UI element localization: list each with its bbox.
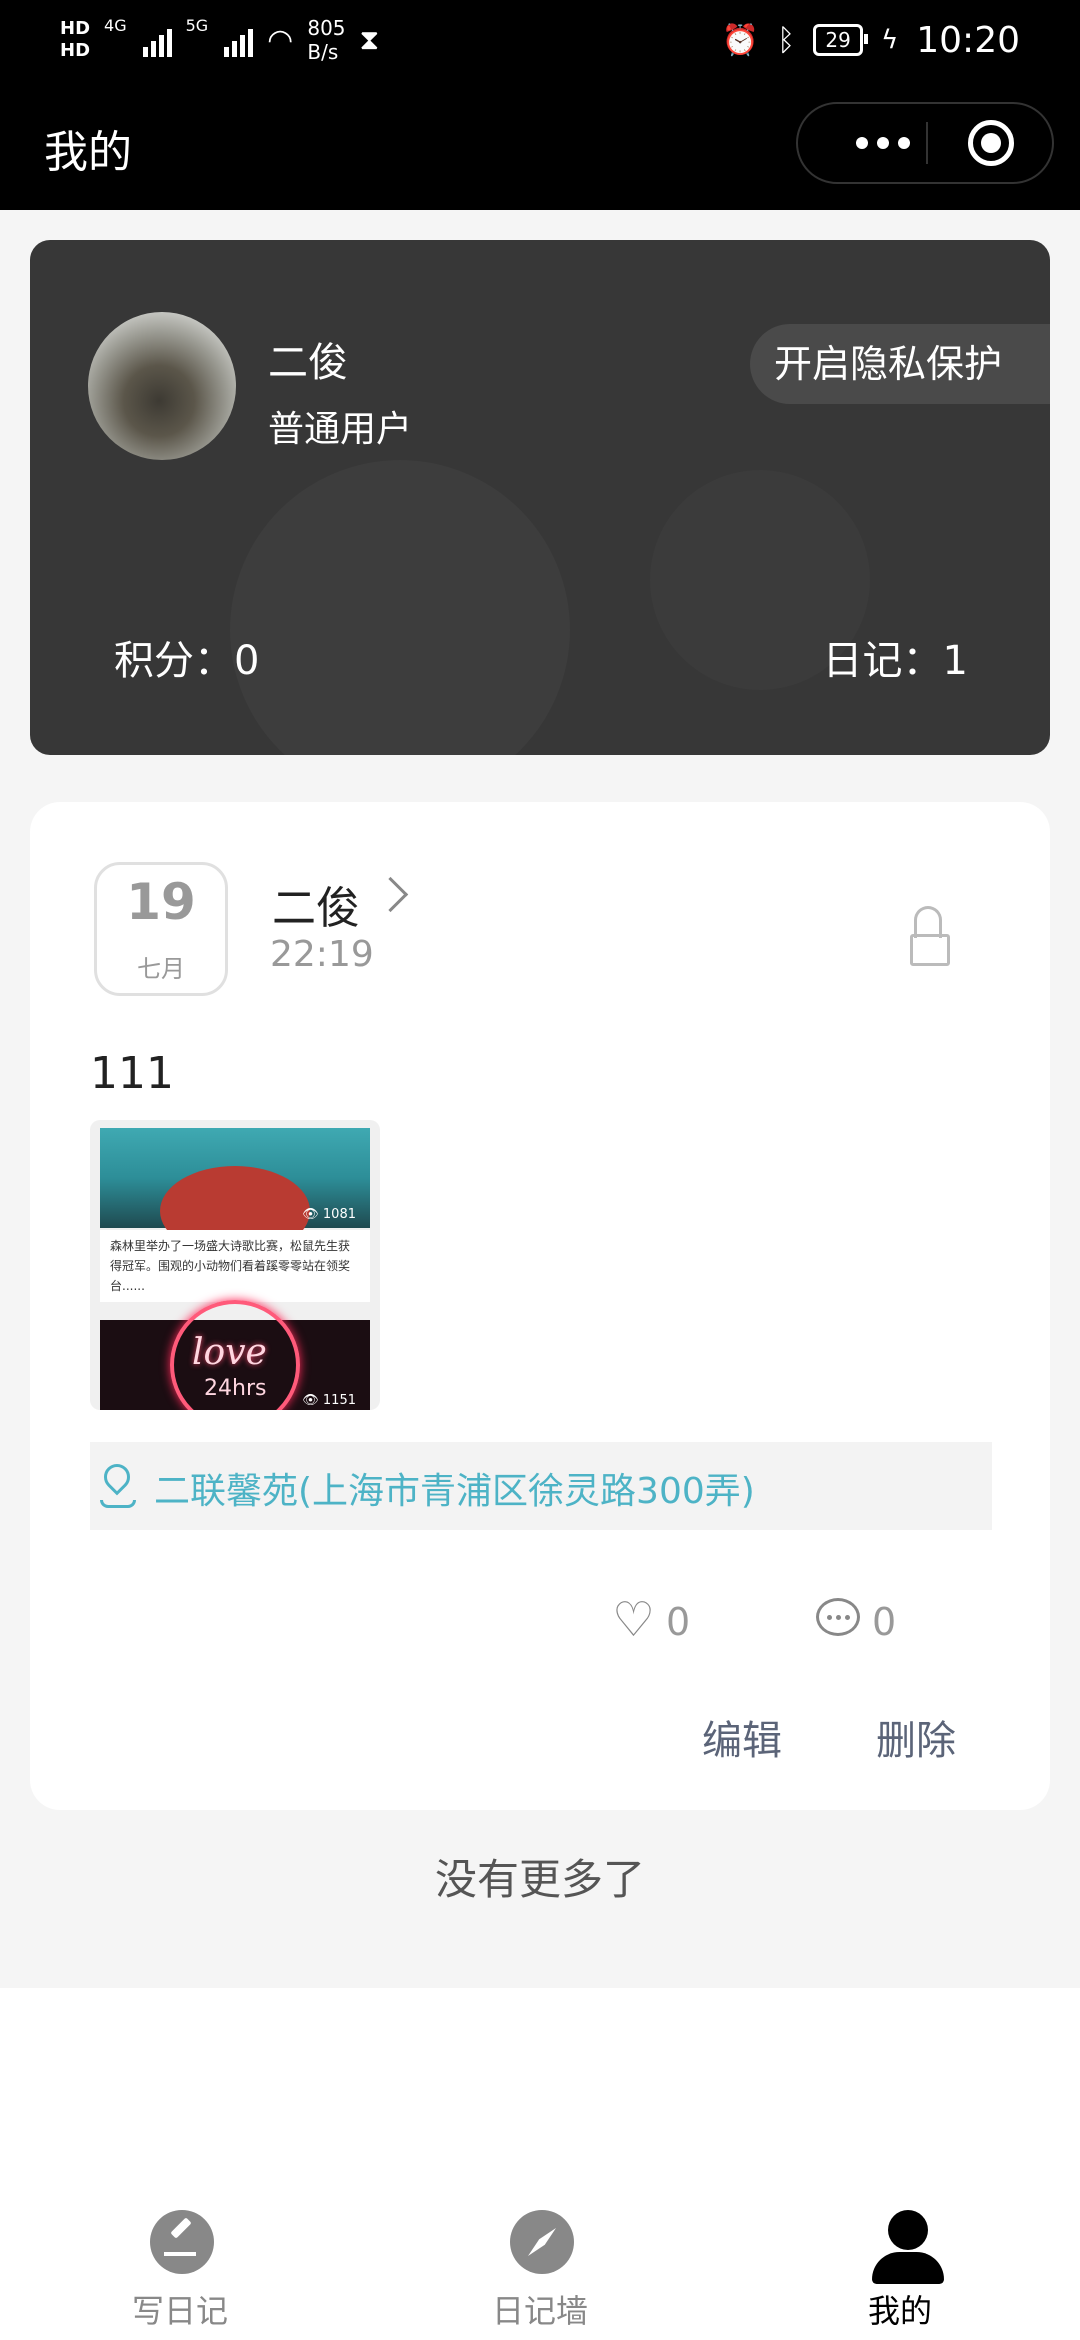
person-icon bbox=[888, 2210, 928, 2250]
bluetooth-icon: ᛒ bbox=[777, 22, 796, 58]
no-more-text: 没有更多了 bbox=[434, 1855, 645, 1904]
decorative-circle bbox=[230, 460, 570, 755]
dot-icon bbox=[856, 137, 868, 149]
status-left: HD HD 4G 5G ◠ 805 B/s ⧗ bbox=[60, 10, 379, 70]
page-title: 我的 bbox=[44, 127, 132, 178]
entry-image-thumbnail[interactable]: 👁 1081 森林里举办了一场盛大诗歌比赛，松鼠先生获得冠军。围观的小动物们看着… bbox=[90, 1120, 380, 1410]
diary-entry-card: 19 七月 二俊 22:19 111 👁 1081 森林里举办了一场盛大诗歌比赛… bbox=[30, 802, 1050, 1810]
wifi-icon: ◠ bbox=[267, 22, 294, 58]
location-text: 二联馨苑(上海市青浦区徐灵路300弄) bbox=[154, 1471, 755, 1512]
delete-button[interactable]: 删除 bbox=[876, 1708, 956, 1766]
clock: 10:20 bbox=[916, 19, 1020, 61]
user-role: 普通用户 bbox=[268, 409, 413, 450]
comment-count: 0 bbox=[872, 1600, 897, 1644]
dot-icon bbox=[898, 137, 910, 149]
nav-header: 我的 bbox=[0, 80, 1080, 210]
dot-icon bbox=[877, 137, 889, 149]
edit-button[interactable]: 编辑 bbox=[702, 1708, 782, 1766]
pen-icon bbox=[150, 2210, 214, 2274]
like-count: 0 bbox=[666, 1600, 691, 1644]
pen-underline bbox=[164, 2252, 196, 2256]
tab-label-mine: 我的 bbox=[867, 2292, 932, 2330]
thumbnail-caption: 森林里举办了一场盛大诗歌比赛，松鼠先生获得冠军。围观的小动物们看着蹊零零站在领奖… bbox=[100, 1230, 370, 1302]
thumbnail-views-2: 👁 1151 bbox=[302, 1393, 356, 1408]
entry-month: 七月 bbox=[137, 955, 185, 983]
date-box: 19 七月 bbox=[94, 862, 228, 996]
entry-author[interactable]: 二俊 bbox=[272, 872, 360, 936]
thumbnail-image-2: love 24hrs 👁 1151 bbox=[100, 1300, 370, 1410]
location-tag[interactable]: 二联馨苑(上海市青浦区徐灵路300弄) bbox=[90, 1442, 992, 1530]
status-bar: HD HD 4G 5G ◠ 805 B/s ⧗ ⏰ ᛒ 29 ϟ 10:20 bbox=[0, 0, 1080, 80]
points-stat: 积分：0 bbox=[114, 638, 260, 684]
person-icon-body bbox=[872, 2252, 944, 2284]
location-pin-base bbox=[100, 1500, 136, 1508]
comment-icon[interactable] bbox=[816, 1598, 860, 1636]
hd2-label: HD bbox=[60, 40, 91, 61]
avatar[interactable] bbox=[88, 312, 236, 460]
pen-shape bbox=[170, 2217, 192, 2239]
location-pin-icon bbox=[98, 1458, 136, 1496]
speed-value: 805 bbox=[307, 16, 346, 40]
views-count-1: 1081 bbox=[322, 1207, 356, 1222]
hd-indicator: HD HD bbox=[60, 18, 90, 62]
hd1-label: HD bbox=[60, 18, 91, 39]
compass-needle bbox=[528, 2228, 556, 2256]
chevron-right-icon[interactable] bbox=[372, 876, 409, 913]
net2-label: 5G bbox=[185, 16, 209, 35]
mini-program-capsule bbox=[796, 102, 1054, 184]
network-speed: 805 B/s bbox=[307, 16, 345, 64]
tab-label-wall: 日记墙 bbox=[491, 2292, 588, 2330]
views-count-2: 1151 bbox=[322, 1393, 356, 1408]
thumbnail-views-1: 👁 1081 bbox=[302, 1207, 356, 1222]
close-target-icon[interactable] bbox=[968, 120, 1014, 166]
more-button[interactable] bbox=[838, 104, 928, 182]
status-right: ⏰ ᛒ 29 ϟ 10:20 bbox=[722, 14, 1020, 66]
speed-unit: B/s bbox=[307, 40, 339, 64]
diary-count-stat: 日记：1 bbox=[822, 638, 968, 684]
alarm-icon: ⏰ bbox=[721, 22, 760, 58]
user-name: 二俊 bbox=[268, 340, 348, 386]
entry-time: 22:19 bbox=[270, 934, 374, 975]
battery-icon: 29 bbox=[813, 24, 869, 56]
heart-icon[interactable]: ♡ bbox=[612, 1596, 655, 1644]
unlock-icon[interactable] bbox=[910, 934, 950, 966]
neon-sub: 24hrs bbox=[204, 1376, 267, 1401]
hourglass-icon: ⧗ bbox=[359, 23, 380, 56]
neon-word: love bbox=[192, 1332, 267, 1373]
charging-icon: ϟ bbox=[881, 25, 899, 55]
profile-card: 二俊 普通用户 开启隐私保护 积分：0 日记：1 bbox=[30, 240, 1050, 755]
entry-day: 19 bbox=[126, 873, 196, 931]
signal-icon bbox=[142, 23, 172, 57]
signal-icon-2 bbox=[224, 23, 254, 57]
tab-label-write: 写日记 bbox=[131, 2292, 228, 2330]
thumbnail-image-1: 👁 1081 bbox=[100, 1128, 370, 1256]
entry-content: 111 bbox=[90, 1048, 174, 1099]
capsule-divider bbox=[926, 122, 928, 164]
compass-icon bbox=[510, 2210, 574, 2274]
privacy-toggle-button[interactable]: 开启隐私保护 bbox=[750, 324, 1050, 404]
net1-label: 4G bbox=[104, 16, 127, 35]
